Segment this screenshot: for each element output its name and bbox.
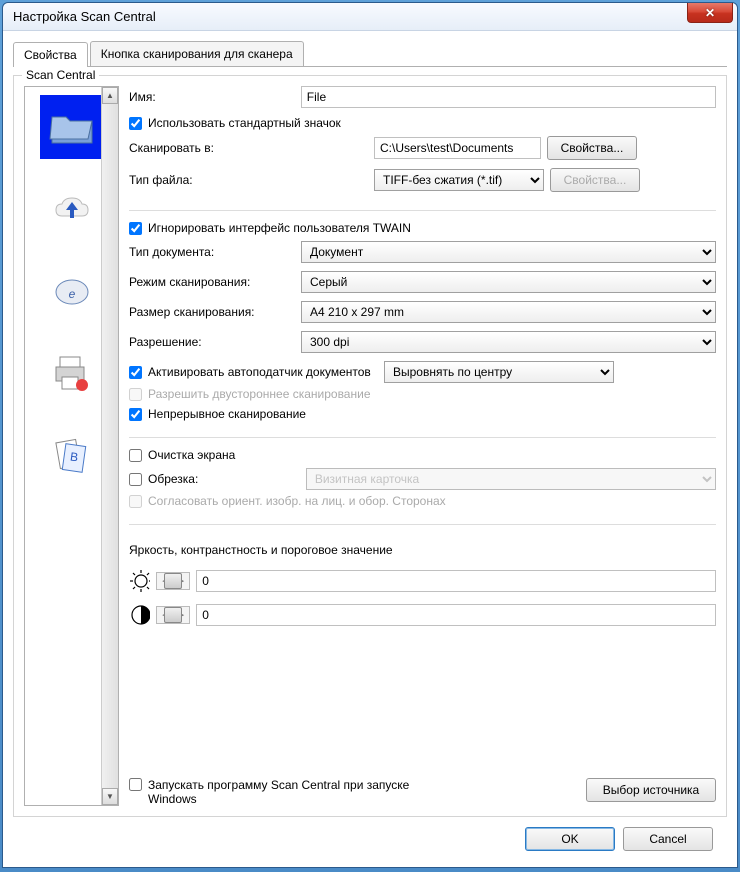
crop-select: Визитная карточка	[306, 468, 716, 490]
divider-3	[129, 524, 716, 525]
filetype-properties-button: Свойства...	[550, 168, 640, 192]
select-source-button[interactable]: Выбор источника	[586, 778, 716, 802]
sidebar-scrollbar[interactable]: ▲ ▼	[101, 87, 118, 805]
inner-layout: e B ▲ ▼	[24, 86, 716, 806]
dialog-window: Настройка Scan Central ✕ Свойства Кнопка…	[2, 2, 738, 868]
titlebar: Настройка Scan Central ✕	[3, 3, 737, 31]
scan-mode-label: Режим сканирования:	[129, 275, 301, 289]
folder-icon	[48, 107, 96, 147]
close-icon: ✕	[705, 6, 715, 20]
doc-type-select[interactable]: Документ	[301, 241, 716, 263]
brightness-slider[interactable]: ◄ ►	[156, 572, 190, 590]
continuous-label: Непрерывное сканирование	[148, 407, 306, 421]
contrast-icon	[129, 603, 150, 627]
sidebar-item-print[interactable]	[40, 341, 104, 405]
content-area: Свойства Кнопка сканирования для сканера…	[3, 31, 737, 867]
ignore-twain-checkbox[interactable]	[129, 222, 142, 235]
crop-checkbox[interactable]	[129, 473, 142, 486]
dialog-button-row: OK Cancel	[13, 817, 727, 865]
resolution-select[interactable]: 300 dpi	[301, 331, 716, 353]
tab-properties[interactable]: Свойства	[13, 42, 88, 67]
cancel-button[interactable]: Cancel	[623, 827, 713, 851]
app-icon: B	[50, 435, 94, 475]
ok-button[interactable]: OK	[525, 827, 615, 851]
path-properties-button[interactable]: Свойства...	[547, 136, 637, 160]
scan-mode-select[interactable]: Серый	[301, 271, 716, 293]
duplex-label: Разрешить двустороннее сканирование	[148, 387, 371, 401]
brightness-thumb[interactable]	[164, 573, 182, 589]
window-title: Настройка Scan Central	[13, 9, 156, 24]
contrast-thumb[interactable]	[164, 607, 182, 623]
brightness-section-title: Яркость, контранстность и пороговое знач…	[129, 543, 716, 557]
contrast-slider[interactable]: ◄ ►	[156, 606, 190, 624]
doc-type-label: Тип документа:	[129, 245, 301, 259]
divider-1	[129, 210, 716, 211]
tab-strip: Свойства Кнопка сканирования для сканера	[13, 41, 727, 67]
scan-size-label: Размер сканирования:	[129, 305, 301, 319]
destination-sidebar: e B ▲ ▼	[24, 86, 119, 806]
crop-label: Обрезка:	[148, 472, 198, 486]
scan-path-input[interactable]	[374, 137, 541, 159]
alignment-select[interactable]: Выровнять по центру	[384, 361, 614, 383]
resolution-label: Разрешение:	[129, 335, 301, 349]
name-input[interactable]	[301, 86, 716, 108]
match-orient-label: Согласовать ориент. изобр. на лиц. и обо…	[148, 494, 446, 508]
brightness-icon	[129, 569, 150, 593]
form-area: Имя: Использовать стандартный значок Ска…	[129, 86, 716, 806]
sidebar-item-file[interactable]	[40, 95, 104, 159]
adf-label: Активировать автоподатчик документов	[148, 365, 371, 379]
scroll-down-button[interactable]: ▼	[102, 788, 118, 805]
svg-text:e: e	[68, 287, 75, 301]
close-button[interactable]: ✕	[687, 3, 733, 23]
continuous-checkbox[interactable]	[129, 408, 142, 421]
adf-checkbox[interactable]	[129, 366, 142, 379]
file-type-label: Тип файла:	[129, 173, 374, 187]
groupbox-title: Scan Central	[22, 68, 99, 82]
default-icon-checkbox[interactable]	[129, 117, 142, 130]
tab-scan-button[interactable]: Кнопка сканирования для сканера	[90, 41, 304, 66]
launch-on-start-label: Запускать программу Scan Central при зап…	[148, 778, 449, 806]
email-icon: e	[50, 274, 94, 308]
file-type-select[interactable]: TIFF-без сжатия (*.tif)	[374, 169, 544, 191]
contrast-value-input[interactable]	[196, 604, 716, 626]
divider-2	[129, 437, 716, 438]
sidebar-item-cloud[interactable]	[40, 177, 104, 241]
screen-cleanup-label: Очистка экрана	[148, 448, 235, 462]
brightness-value-input[interactable]	[196, 570, 716, 592]
sidebar-item-email[interactable]: e	[40, 259, 104, 323]
screen-cleanup-checkbox[interactable]	[129, 449, 142, 462]
scan-central-group: Scan Central e	[13, 75, 727, 817]
scan-size-select[interactable]: A4 210 x 297 mm	[301, 301, 716, 323]
name-label: Имя:	[129, 90, 301, 104]
default-icon-label: Использовать стандартный значок	[148, 116, 341, 130]
launch-on-start-checkbox[interactable]	[129, 778, 142, 791]
printer-icon	[50, 353, 94, 393]
scan-to-label: Сканировать в:	[129, 141, 374, 155]
scroll-up-button[interactable]: ▲	[102, 87, 118, 104]
duplex-checkbox	[129, 388, 142, 401]
sidebar-item-app[interactable]: B	[40, 423, 104, 487]
match-orient-checkbox	[129, 495, 142, 508]
ignore-twain-label: Игнорировать интерфейс пользователя TWAI…	[148, 221, 411, 235]
cloud-upload-icon	[50, 192, 94, 226]
